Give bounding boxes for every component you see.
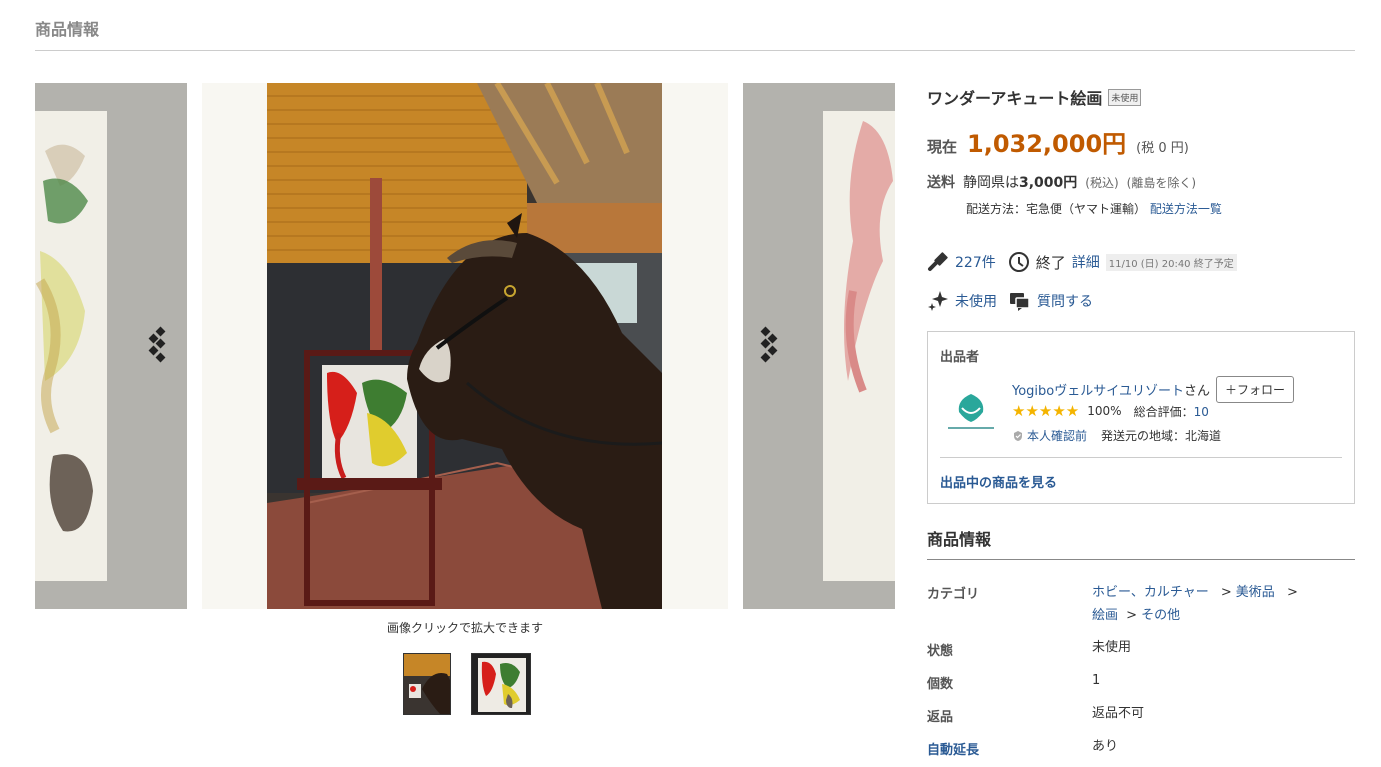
- sparkle-icon: [928, 291, 948, 311]
- rating-percent: 100%: [1087, 404, 1122, 418]
- breadcrumb-sep: >: [1126, 608, 1138, 623]
- seller-name-link[interactable]: Yogiboヴェルサイユリゾート: [1012, 384, 1184, 399]
- shipping-label: 送料: [927, 175, 955, 191]
- seller-verify-row: 本人確認前 発送元の地域：北海道: [1012, 427, 1221, 444]
- shipping-row: 送料 静岡県は3,000円 (税込) (離島を除く): [927, 172, 1196, 192]
- follow-button[interactable]: ＋フォロー: [1216, 376, 1295, 403]
- auto-extension-value: あり: [1092, 739, 1119, 754]
- breadcrumb-sep: >: [1220, 585, 1232, 600]
- main-product-image[interactable]: [202, 83, 728, 609]
- seller-rating: ★★★★★ 100% 総合評価：10: [1012, 402, 1209, 420]
- chat-icon[interactable]: [1009, 290, 1031, 312]
- shipping-island-note: (離島を除く): [1126, 176, 1197, 190]
- shipping-origin: 発送元の地域：北海道: [1101, 429, 1222, 443]
- clock-icon: [1008, 252, 1029, 272]
- title-row: ワンダーアキュート絵画 未使用: [927, 85, 1142, 109]
- next-image-preview[interactable]: [743, 83, 895, 609]
- thumbnail-canvas-painting[interactable]: [471, 653, 531, 715]
- image-gallery: [35, 83, 895, 609]
- count-value: 1: [1092, 673, 1101, 688]
- current-price: 1,032,000円: [967, 130, 1127, 158]
- ask-question-link[interactable]: 質問する: [1037, 291, 1093, 311]
- condition-badge: 未使用: [1108, 88, 1142, 106]
- breadcrumb-sep: >: [1286, 585, 1298, 600]
- shipping-method: 配送方法：宅急便（ヤマト運輸） 配送方法一覧: [966, 200, 1222, 217]
- verification-status[interactable]: 本人確認前: [1027, 427, 1087, 444]
- condition-link[interactable]: 未使用: [955, 291, 997, 311]
- condition-value-link[interactable]: 未使用: [1092, 636, 1355, 659]
- price-tax: (税 0 円): [1136, 141, 1189, 156]
- seller-box: 出品者 Yogiboヴェルサイユリゾートさん ＋フォロー ★★★★★ 100% …: [927, 331, 1355, 504]
- return-value: 返品不可: [1092, 706, 1145, 721]
- zoom-caption: 画像クリックで拡大できます: [386, 621, 543, 635]
- count-label: 個数: [927, 677, 954, 692]
- return-label: 返品: [927, 710, 954, 725]
- shipping-region: 静岡県は: [963, 175, 1019, 191]
- category-link-3[interactable]: 絵画: [1092, 608, 1118, 623]
- horse-painting-photo: [267, 83, 662, 609]
- prev-image-preview[interactable]: [35, 83, 187, 609]
- prev-arrow-icon[interactable]: [145, 326, 171, 366]
- seller-suffix: さん: [1183, 384, 1210, 399]
- shield-check-icon: [1014, 430, 1022, 441]
- spec-category: カテゴリ ホビー、カルチャー > 美術品 > 絵画 > その他: [927, 583, 1355, 631]
- details-section-title: 商品情報: [927, 526, 1355, 560]
- seller-logo[interactable]: [942, 384, 1000, 442]
- shipping-methods-link[interactable]: 配送方法一覧: [1150, 202, 1222, 216]
- bid-count-link[interactable]: 227件: [955, 252, 996, 272]
- page-title: 商品情報: [35, 20, 100, 39]
- auction-status: 終了: [1035, 253, 1066, 272]
- seller-heading: 出品者: [940, 350, 980, 365]
- seller-name-row: Yogiboヴェルサイユリゾートさん ＋フォロー: [1012, 376, 1295, 403]
- category-link-2[interactable]: 美術品: [1236, 585, 1275, 600]
- canvas-preview-image: [823, 111, 895, 581]
- seller-items-link[interactable]: 出品中の商品を見る: [940, 472, 1057, 491]
- next-arrow-icon[interactable]: [757, 326, 783, 366]
- category-label: カテゴリ: [927, 587, 980, 602]
- canvas-preview-image: [35, 111, 107, 581]
- price-row: 現在 1,032,000円 (税 0 円): [927, 124, 1189, 159]
- condition-question-row: 未使用 質問する: [927, 290, 1093, 312]
- thumbnail-horse-painting[interactable]: [403, 653, 451, 715]
- shipping-method-text: 配送方法：宅急便（ヤマト運輸）: [966, 202, 1147, 216]
- gavel-icon: [928, 252, 948, 271]
- thumbnail-strip: [403, 653, 531, 715]
- auto-extension-label[interactable]: 自動延長: [927, 739, 979, 758]
- page-header: 商品情報: [35, 0, 1355, 51]
- category-link-4[interactable]: その他: [1141, 608, 1180, 623]
- shipping-value: 静岡県は3,000円: [963, 172, 1077, 192]
- total-rating-label: 総合評価：: [1133, 404, 1194, 419]
- price-label: 現在: [927, 138, 958, 156]
- detail-link[interactable]: 詳細: [1072, 252, 1100, 272]
- product-title: ワンダーアキュート絵画: [927, 89, 1103, 108]
- condition-label: 状態: [927, 644, 954, 659]
- end-date: 11/10 (日) 20:40 終了予定: [1105, 253, 1237, 271]
- category-link-1[interactable]: ホビー、カルチャー: [1092, 585, 1209, 600]
- shipping-amount: 3,000円: [1019, 175, 1078, 191]
- total-rating-link[interactable]: 10: [1194, 405, 1209, 419]
- shipping-tax-note: (税込): [1085, 176, 1119, 190]
- category-value: ホビー、カルチャー > 美術品 > 絵画 > その他: [1092, 581, 1355, 627]
- seller-divider: [940, 457, 1342, 458]
- rating-stars-icon: ★★★★★: [1012, 402, 1080, 420]
- auction-meta: 227件 終了 詳細 11/10 (日) 20:40 終了予定: [927, 251, 1237, 273]
